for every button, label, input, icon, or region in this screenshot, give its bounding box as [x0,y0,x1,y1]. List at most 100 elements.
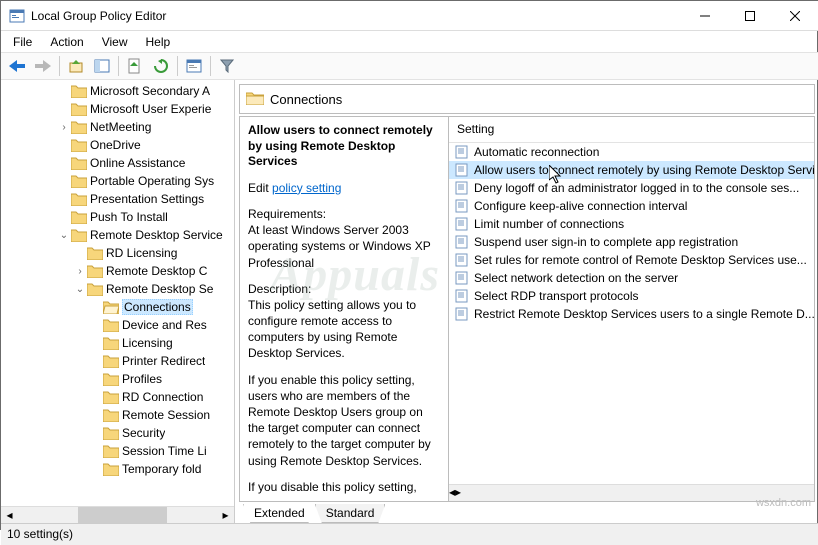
list-item[interactable]: Allow users to connect remotely by using… [449,161,814,179]
tree-item[interactable]: RD Licensing [3,244,234,262]
statusbar: 10 setting(s) [1,523,818,545]
tree-item-label: RD Licensing [106,246,177,260]
list-item-label: Limit number of connections [474,217,624,231]
tree-item-label: Portable Operating Sys [90,174,214,188]
list-item[interactable]: Deny logoff of an administrator logged i… [449,179,814,197]
folder-icon [103,373,119,386]
tree-item-label: Temporary fold [122,462,201,476]
tree-item[interactable]: Remote Session [3,406,234,424]
list-item[interactable]: Suspend user sign-in to complete app reg… [449,233,814,251]
titlebar[interactable]: Local Group Policy Editor [1,1,818,31]
settings-list-pane: Setting Automatic reconnection Allow user… [449,116,815,502]
tree-item-label: Online Assistance [90,156,185,170]
tree-item[interactable]: ›NetMeeting [3,118,234,136]
list-item[interactable]: Configure keep-alive connection interval [449,197,814,215]
tree-item[interactable]: Session Time Li [3,442,234,460]
list-item-label: Deny logoff of an administrator logged i… [474,181,799,195]
tree-item[interactable]: Portable Operating Sys [3,172,234,190]
tree-item[interactable]: Push To Install [3,208,234,226]
collapse-icon[interactable]: ⌄ [57,230,71,241]
scroll-right-icon[interactable]: ▸ [455,485,461,501]
tree-item[interactable]: Microsoft Secondary A [3,82,234,100]
back-button[interactable] [5,54,29,78]
tree-item[interactable]: Microsoft User Experie [3,100,234,118]
tree-item[interactable]: RD Connection [3,388,234,406]
tree-item[interactable]: Presentation Settings [3,190,234,208]
list-item[interactable]: Automatic reconnection [449,143,814,161]
scroll-left-icon[interactable]: ◂ [1,507,18,523]
tree-item-label: Remote Desktop Service [90,228,223,242]
tree-item[interactable]: Online Assistance [3,154,234,172]
tree-item-label: Connections [122,299,193,315]
tree-item-label: Presentation Settings [90,192,204,206]
list-column-header[interactable]: Setting [449,117,814,143]
tree-item-label: Security [122,426,165,440]
expand-icon[interactable]: › [57,122,71,133]
policy-icon [455,235,469,249]
requirements-body: At least Windows Server 2003 operating s… [248,223,431,269]
policy-icon [455,181,469,195]
tree-item[interactable]: OneDrive [3,136,234,154]
tree-item[interactable]: Printer Redirect [3,352,234,370]
close-button[interactable] [772,1,817,30]
list-item-label: Allow users to connect remotely by using… [474,163,814,177]
menu-file[interactable]: File [5,33,40,51]
properties-button[interactable] [182,54,206,78]
description-heading: Description: [248,282,311,296]
toolbar [1,52,818,80]
list-item[interactable]: Limit number of connections [449,215,814,233]
policy-icon [455,217,469,231]
folder-icon [71,193,87,206]
right-pane: Connections Allow users to connect remot… [235,80,818,523]
list-item[interactable]: Select network detection on the server [449,269,814,287]
list-item-label: Suspend user sign-in to complete app reg… [474,235,738,249]
settings-list[interactable]: Automatic reconnection Allow users to con… [449,143,814,484]
tree-item[interactable]: Device and Res [3,316,234,334]
up-button[interactable] [64,54,88,78]
disable-body: If you disable this policy setting, [248,480,417,494]
menu-view[interactable]: View [94,33,136,51]
collapse-icon[interactable]: ⌄ [73,284,87,295]
app-icon [9,8,25,24]
policy-icon [455,271,469,285]
scroll-right-icon[interactable]: ▸ [217,507,234,523]
folder-icon [103,391,119,404]
export-button[interactable] [123,54,147,78]
separator [210,56,211,76]
tree-hscrollbar[interactable]: ◂ ▸ [1,506,234,523]
tree-item[interactable]: Profiles [3,370,234,388]
separator [118,56,119,76]
tree-item[interactable]: ›Remote Desktop C [3,262,234,280]
list-item-label: Select RDP transport protocols [474,289,639,303]
scroll-thumb[interactable] [78,507,168,523]
tree-item[interactable]: ⌄Remote Desktop Se [3,280,234,298]
tree-item[interactable]: Security [3,424,234,442]
expand-icon[interactable]: › [73,266,87,277]
folder-icon [103,445,119,458]
refresh-button[interactable] [149,54,173,78]
maximize-button[interactable] [727,1,772,30]
tree-item[interactable]: Licensing [3,334,234,352]
forward-button[interactable] [31,54,55,78]
window-title: Local Group Policy Editor [31,9,682,23]
tree-item-label: Session Time Li [122,444,207,458]
breadcrumb-label: Connections [270,92,342,107]
tab-standard[interactable]: Standard [315,504,386,523]
folder-icon [103,337,119,350]
show-hide-tree-button[interactable] [90,54,114,78]
list-item[interactable]: Set rules for remote control of Remote D… [449,251,814,269]
menu-action[interactable]: Action [42,33,91,51]
policy-icon [455,163,469,177]
minimize-button[interactable] [682,1,727,30]
tree-item[interactable]: Temporary fold [3,460,234,478]
list-item[interactable]: Restrict Remote Desktop Services users t… [449,305,814,323]
tree-item[interactable]: Connections [3,298,234,316]
list-item[interactable]: Select RDP transport protocols [449,287,814,305]
filter-button[interactable] [215,54,239,78]
folder-icon [103,301,119,314]
tab-extended[interactable]: Extended [243,504,316,523]
menu-help[interactable]: Help [138,33,179,51]
edit-policy-link[interactable]: policy setting [272,181,341,195]
tree-view[interactable]: Microsoft Secondary AMicrosoft User Expe… [1,80,234,506]
tree-item[interactable]: ⌄ Remote Desktop Service [3,226,234,244]
